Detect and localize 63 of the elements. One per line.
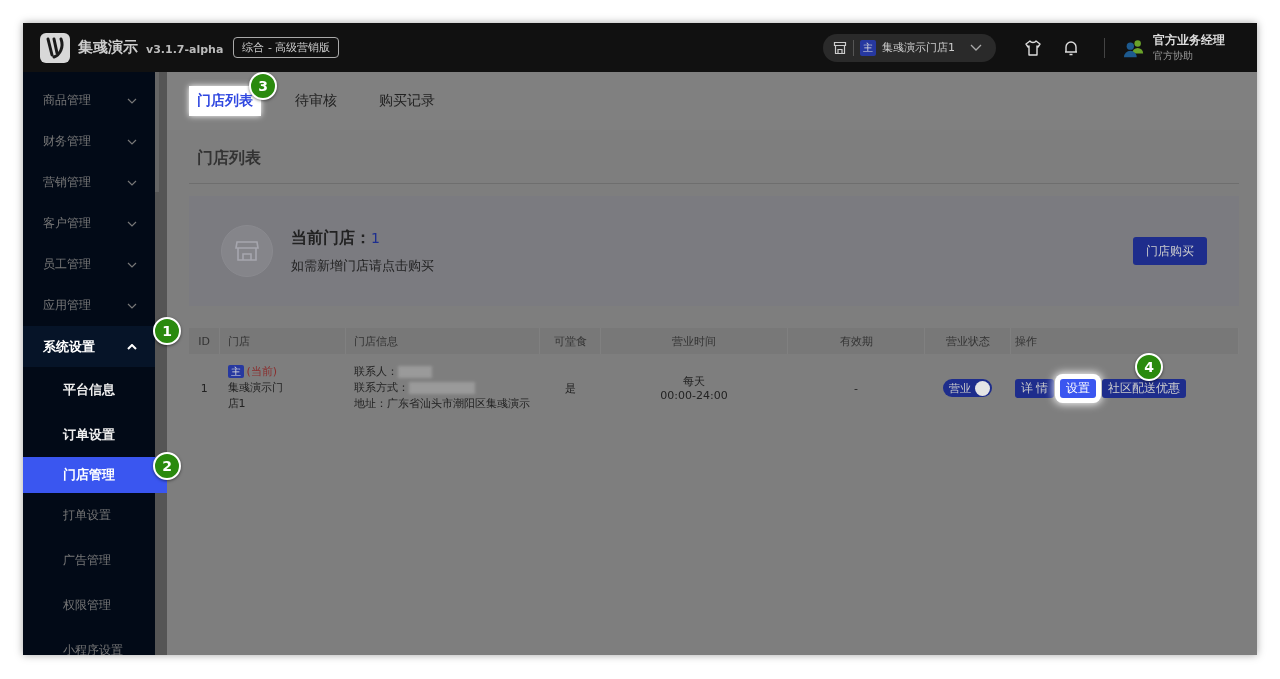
store-selector[interactable]: 主 集彧演示门店1	[823, 33, 996, 62]
redacted-text	[397, 366, 432, 378]
brand-name: 集彧演示	[78, 38, 138, 57]
column-header: 操作	[1010, 328, 1239, 354]
edition-badge: 综合 - 高级营销版	[233, 37, 340, 58]
phone-label: 联系方式：	[353, 380, 409, 396]
store-count: 1	[371, 229, 380, 246]
hours-text: 每天	[682, 374, 706, 389]
action-button[interactable]: 社区配送优惠	[1102, 378, 1187, 398]
table-cell: 1	[200, 381, 208, 395]
user-name: 官方业务经理	[1153, 32, 1225, 49]
user-role: 官方协助	[1153, 49, 1194, 63]
column-header: 门店信息	[345, 328, 540, 354]
column-header: 营业时间	[600, 328, 788, 354]
status-toggle[interactable]: 营业	[943, 379, 992, 397]
hours-text: 00:00-24:00	[659, 389, 729, 402]
store-name: 集彧演示门店1	[227, 380, 284, 412]
column-header: 有效期	[787, 328, 925, 354]
logo-icon	[40, 32, 70, 63]
store-name: 集彧演示门店1	[882, 40, 956, 55]
purchase-hint: 如需新增门店请点击购买	[291, 256, 434, 275]
table-cell: -	[854, 381, 858, 395]
chevron-icon	[127, 138, 137, 145]
column-header: 营业状态	[924, 328, 1011, 354]
action-button[interactable]: 详 情	[1014, 378, 1055, 398]
sidebar-group[interactable]: 客户管理	[23, 203, 155, 244]
shirt-icon[interactable]	[1024, 38, 1042, 57]
store-icon	[235, 240, 259, 262]
chevron-icon	[127, 220, 137, 227]
sidebar-group[interactable]: 员工管理	[23, 244, 155, 285]
store-icon	[833, 40, 847, 55]
current-label: (当前)	[246, 365, 278, 378]
tab[interactable]: 待审核	[287, 86, 345, 116]
sidebar-group[interactable]: 系统设置	[23, 326, 155, 367]
sidebar-group[interactable]: 应用管理	[23, 285, 155, 326]
chevron-icon	[127, 343, 137, 350]
sidebar-group[interactable]: 营销管理	[23, 162, 155, 203]
column-header: ID	[189, 328, 220, 354]
chevron-down-icon	[970, 43, 982, 52]
sidebar-item[interactable]: 打单设置	[23, 493, 155, 538]
main-store-tag: 主	[860, 39, 876, 56]
contact-label: 联系人：	[353, 364, 398, 380]
redacted-text	[408, 382, 475, 394]
column-header: 门店	[219, 328, 346, 354]
section-title: 门店列表	[189, 130, 1239, 184]
sidebar-group[interactable]: 财务管理	[23, 121, 155, 162]
tab[interactable]: 购买记录	[371, 86, 443, 116]
sidebar-item[interactable]: 小程序设置	[23, 628, 155, 655]
current-store-label: 当前门店：	[291, 227, 371, 249]
sidebar-item[interactable]: 权限管理	[23, 583, 155, 628]
bell-icon[interactable]	[1062, 38, 1080, 57]
sidebar-group[interactable]: 商品管理	[23, 80, 155, 121]
buy-store-button[interactable]: 门店购买	[1133, 237, 1207, 265]
chevron-icon	[127, 97, 137, 104]
chevron-icon	[127, 179, 137, 186]
address-text: 地址：广东省汕头市潮阳区集彧演示	[353, 396, 531, 412]
main-store-tag: 主	[227, 365, 244, 378]
users-icon	[1123, 37, 1145, 58]
chevron-icon	[127, 261, 137, 268]
chevron-icon	[127, 302, 137, 309]
sidebar-item[interactable]: 广告管理	[23, 538, 155, 583]
version-label: v3.1.7-alpha	[146, 42, 224, 56]
table-cell: 是	[564, 381, 576, 395]
